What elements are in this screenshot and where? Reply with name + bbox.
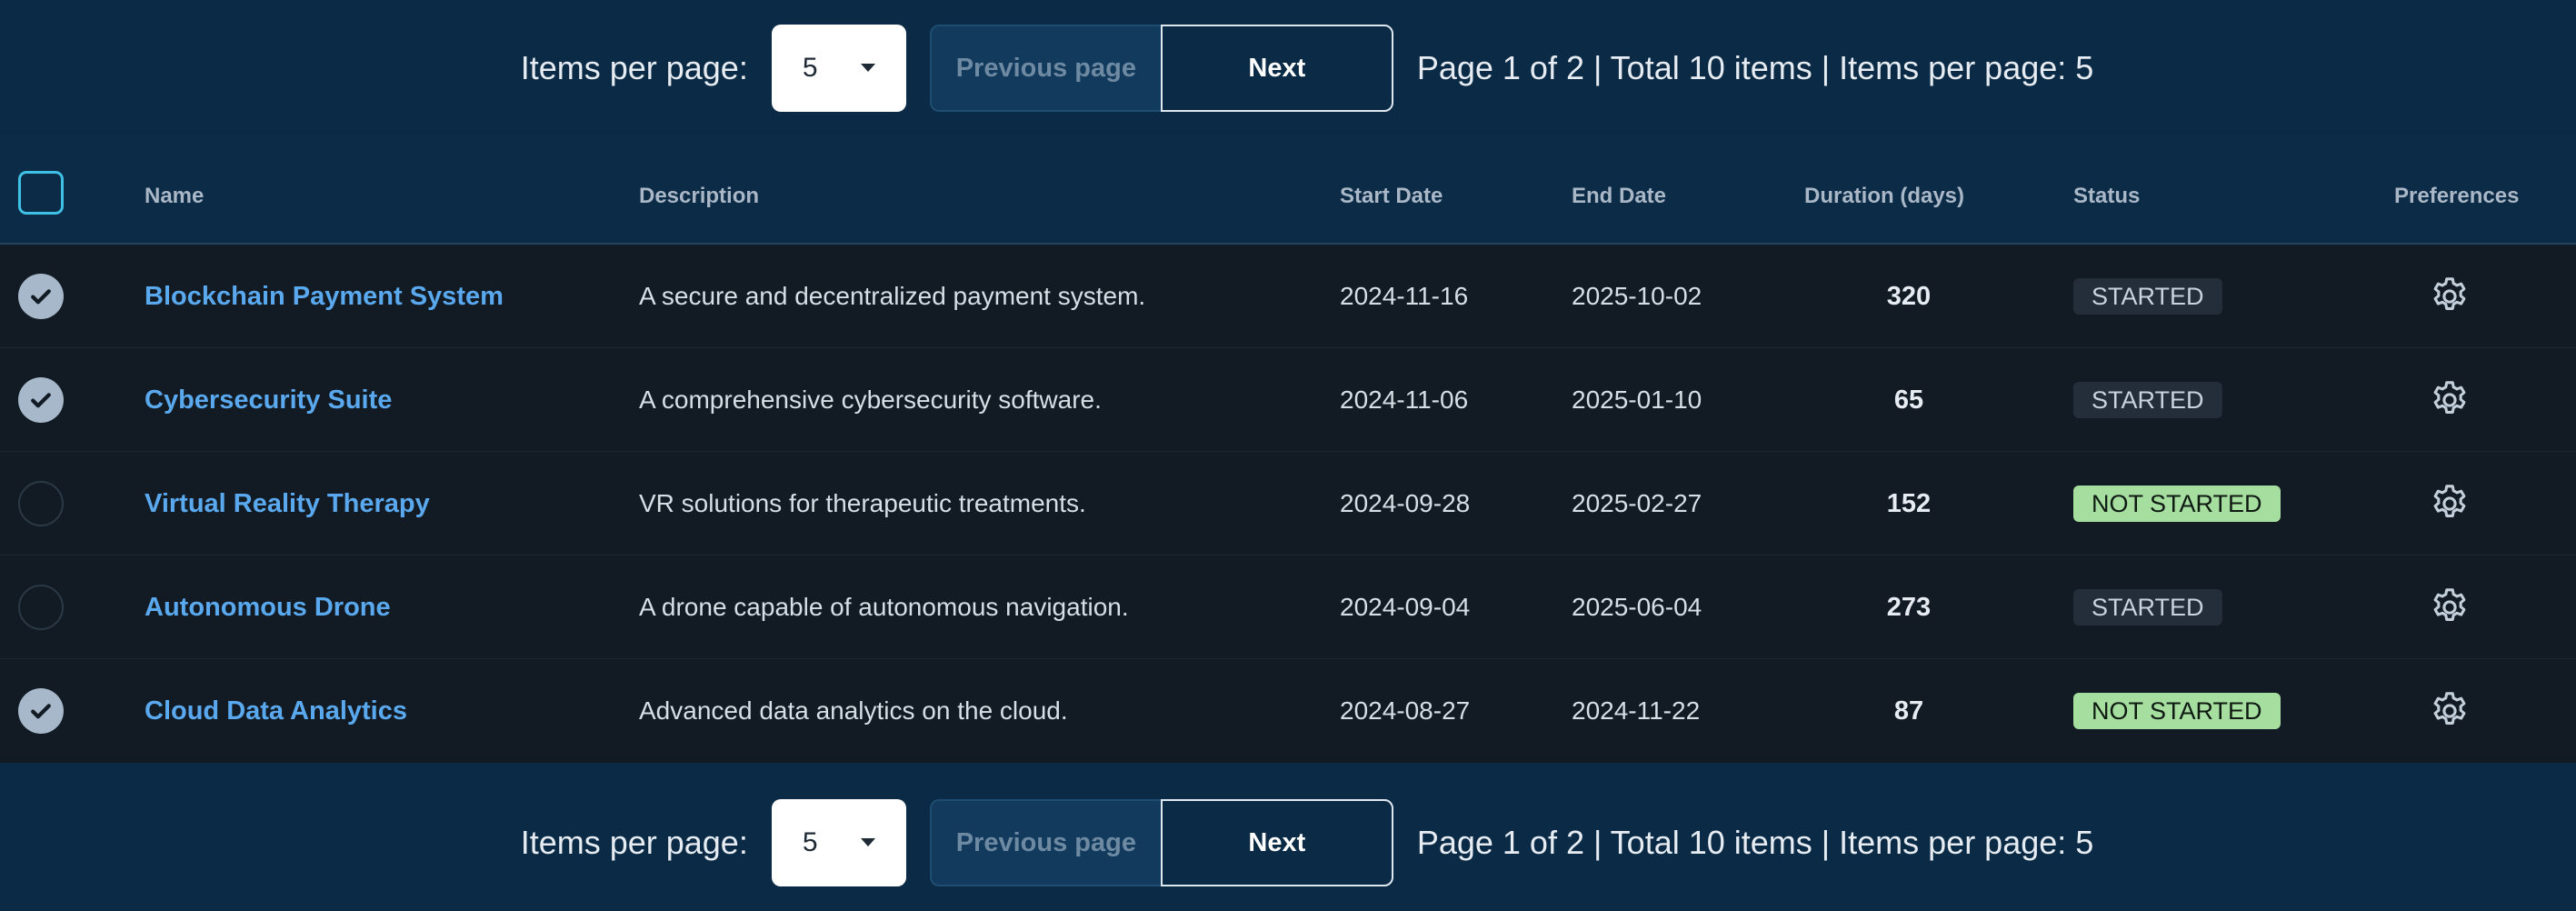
table-row: Blockchain Payment System A secure and d… — [0, 245, 2576, 348]
project-description: Advanced data analytics on the cloud. — [639, 696, 1068, 725]
check-icon — [31, 393, 51, 408]
row-checkbox[interactable] — [18, 481, 64, 526]
next-page-button[interactable]: Next — [1160, 25, 1393, 112]
gear-icon — [2433, 485, 2466, 517]
previous-page-button[interactable]: Previous page — [929, 25, 1161, 112]
project-description: VR solutions for therapeutic treatments. — [639, 489, 1086, 517]
project-description: A drone capable of autonomous navigation… — [639, 593, 1129, 621]
project-name-link[interactable]: Autonomous Drone — [145, 556, 391, 659]
caret-down-icon — [860, 64, 875, 72]
page-summary: Page 1 of 2 | Total 10 items | Items per… — [1416, 49, 2094, 86]
pagination-controls: Items per page: 5 Previous page Next Pag… — [520, 25, 2094, 112]
table-header: Name Description Start Date End Date Dur… — [0, 136, 2576, 245]
project-description: A secure and decentralized payment syste… — [639, 282, 1146, 310]
end-date: 2025-01-10 — [1572, 385, 1702, 414]
start-date: 2024-11-16 — [1340, 282, 1469, 310]
row-checkbox[interactable] — [18, 585, 64, 630]
header-end-date[interactable]: End Date — [1572, 184, 1666, 209]
end-date: 2025-06-04 — [1572, 593, 1702, 621]
status-cell: NOT STARTED — [2073, 452, 2281, 556]
next-page-button[interactable]: Next — [1160, 799, 1393, 886]
header-status[interactable]: Status — [2073, 184, 2140, 209]
items-per-page-label: Items per page: — [520, 824, 748, 861]
project-name-link[interactable]: Blockchain Payment System — [145, 245, 504, 348]
select-all-checkbox[interactable] — [18, 171, 64, 215]
table-row: Cybersecurity Suite A comprehensive cybe… — [0, 348, 2576, 452]
pagination-bottom: Items per page: 5 Previous page Next Pag… — [0, 775, 2576, 911]
row-checkbox[interactable] — [18, 688, 64, 734]
end-date: 2025-10-02 — [1572, 282, 1702, 310]
header-preferences: Preferences — [2394, 184, 2520, 208]
end-date: 2024-11-22 — [1572, 696, 1701, 725]
caret-down-icon — [860, 838, 875, 846]
header-duration[interactable]: Duration (days) — [1804, 184, 1964, 209]
status-cell: STARTED — [2073, 245, 2222, 348]
duration-days: 273 — [1886, 592, 1932, 622]
start-date: 2024-09-04 — [1340, 593, 1471, 621]
pagination-controls: Items per page: 5 Previous page Next Pag… — [520, 799, 2094, 886]
project-name-link[interactable]: Cloud Data Analytics — [145, 659, 407, 763]
duration-days: 320 — [1886, 281, 1932, 311]
header-name[interactable]: Name — [145, 184, 204, 209]
status-cell: STARTED — [2073, 348, 2222, 452]
table-row: Virtual Reality Therapy VR solutions for… — [0, 452, 2576, 556]
items-per-page-value: 5 — [802, 53, 818, 83]
start-date: 2024-11-06 — [1340, 385, 1469, 414]
header-description[interactable]: Description — [639, 184, 759, 209]
status-badge: STARTED — [2073, 278, 2222, 315]
gear-icon — [2433, 277, 2466, 310]
table-body: Blockchain Payment System A secure and d… — [0, 245, 2576, 763]
end-date: 2025-02-27 — [1572, 489, 1702, 517]
duration-days: 152 — [1886, 488, 1932, 518]
duration-days: 87 — [1893, 696, 1924, 726]
start-date: 2024-09-28 — [1340, 489, 1471, 517]
check-icon — [31, 704, 51, 719]
status-badge: NOT STARTED — [2073, 486, 2281, 522]
start-date: 2024-08-27 — [1340, 696, 1471, 725]
check-icon — [31, 289, 51, 305]
gear-icon — [2433, 692, 2466, 725]
items-per-page-value: 5 — [802, 827, 818, 857]
status-badge: STARTED — [2073, 589, 2222, 626]
status-badge: NOT STARTED — [2073, 693, 2281, 729]
project-name-link[interactable]: Cybersecurity Suite — [145, 348, 392, 452]
status-cell: STARTED — [2073, 556, 2222, 659]
row-checkbox[interactable] — [18, 377, 64, 423]
gear-icon — [2433, 588, 2466, 621]
items-per-page-label: Items per page: — [520, 49, 748, 86]
gear-icon — [2433, 381, 2466, 414]
project-description: A comprehensive cybersecurity software. — [639, 385, 1102, 414]
items-per-page-select[interactable]: 5 — [771, 799, 906, 886]
page-summary: Page 1 of 2 | Total 10 items | Items per… — [1416, 824, 2094, 861]
table-row: Cloud Data Analytics Advanced data analy… — [0, 659, 2576, 763]
header-start-date[interactable]: Start Date — [1340, 184, 1443, 209]
row-checkbox[interactable] — [18, 274, 64, 319]
items-per-page-select[interactable]: 5 — [771, 25, 906, 112]
previous-page-button[interactable]: Previous page — [929, 799, 1161, 886]
status-cell: NOT STARTED — [2073, 659, 2281, 763]
table-row: Autonomous Drone A drone capable of auto… — [0, 556, 2576, 659]
project-name-link[interactable]: Virtual Reality Therapy — [145, 452, 430, 556]
status-badge: STARTED — [2073, 382, 2222, 418]
duration-days: 65 — [1893, 385, 1924, 415]
pagination-top: Items per page: 5 Previous page Next Pag… — [0, 0, 2576, 136]
